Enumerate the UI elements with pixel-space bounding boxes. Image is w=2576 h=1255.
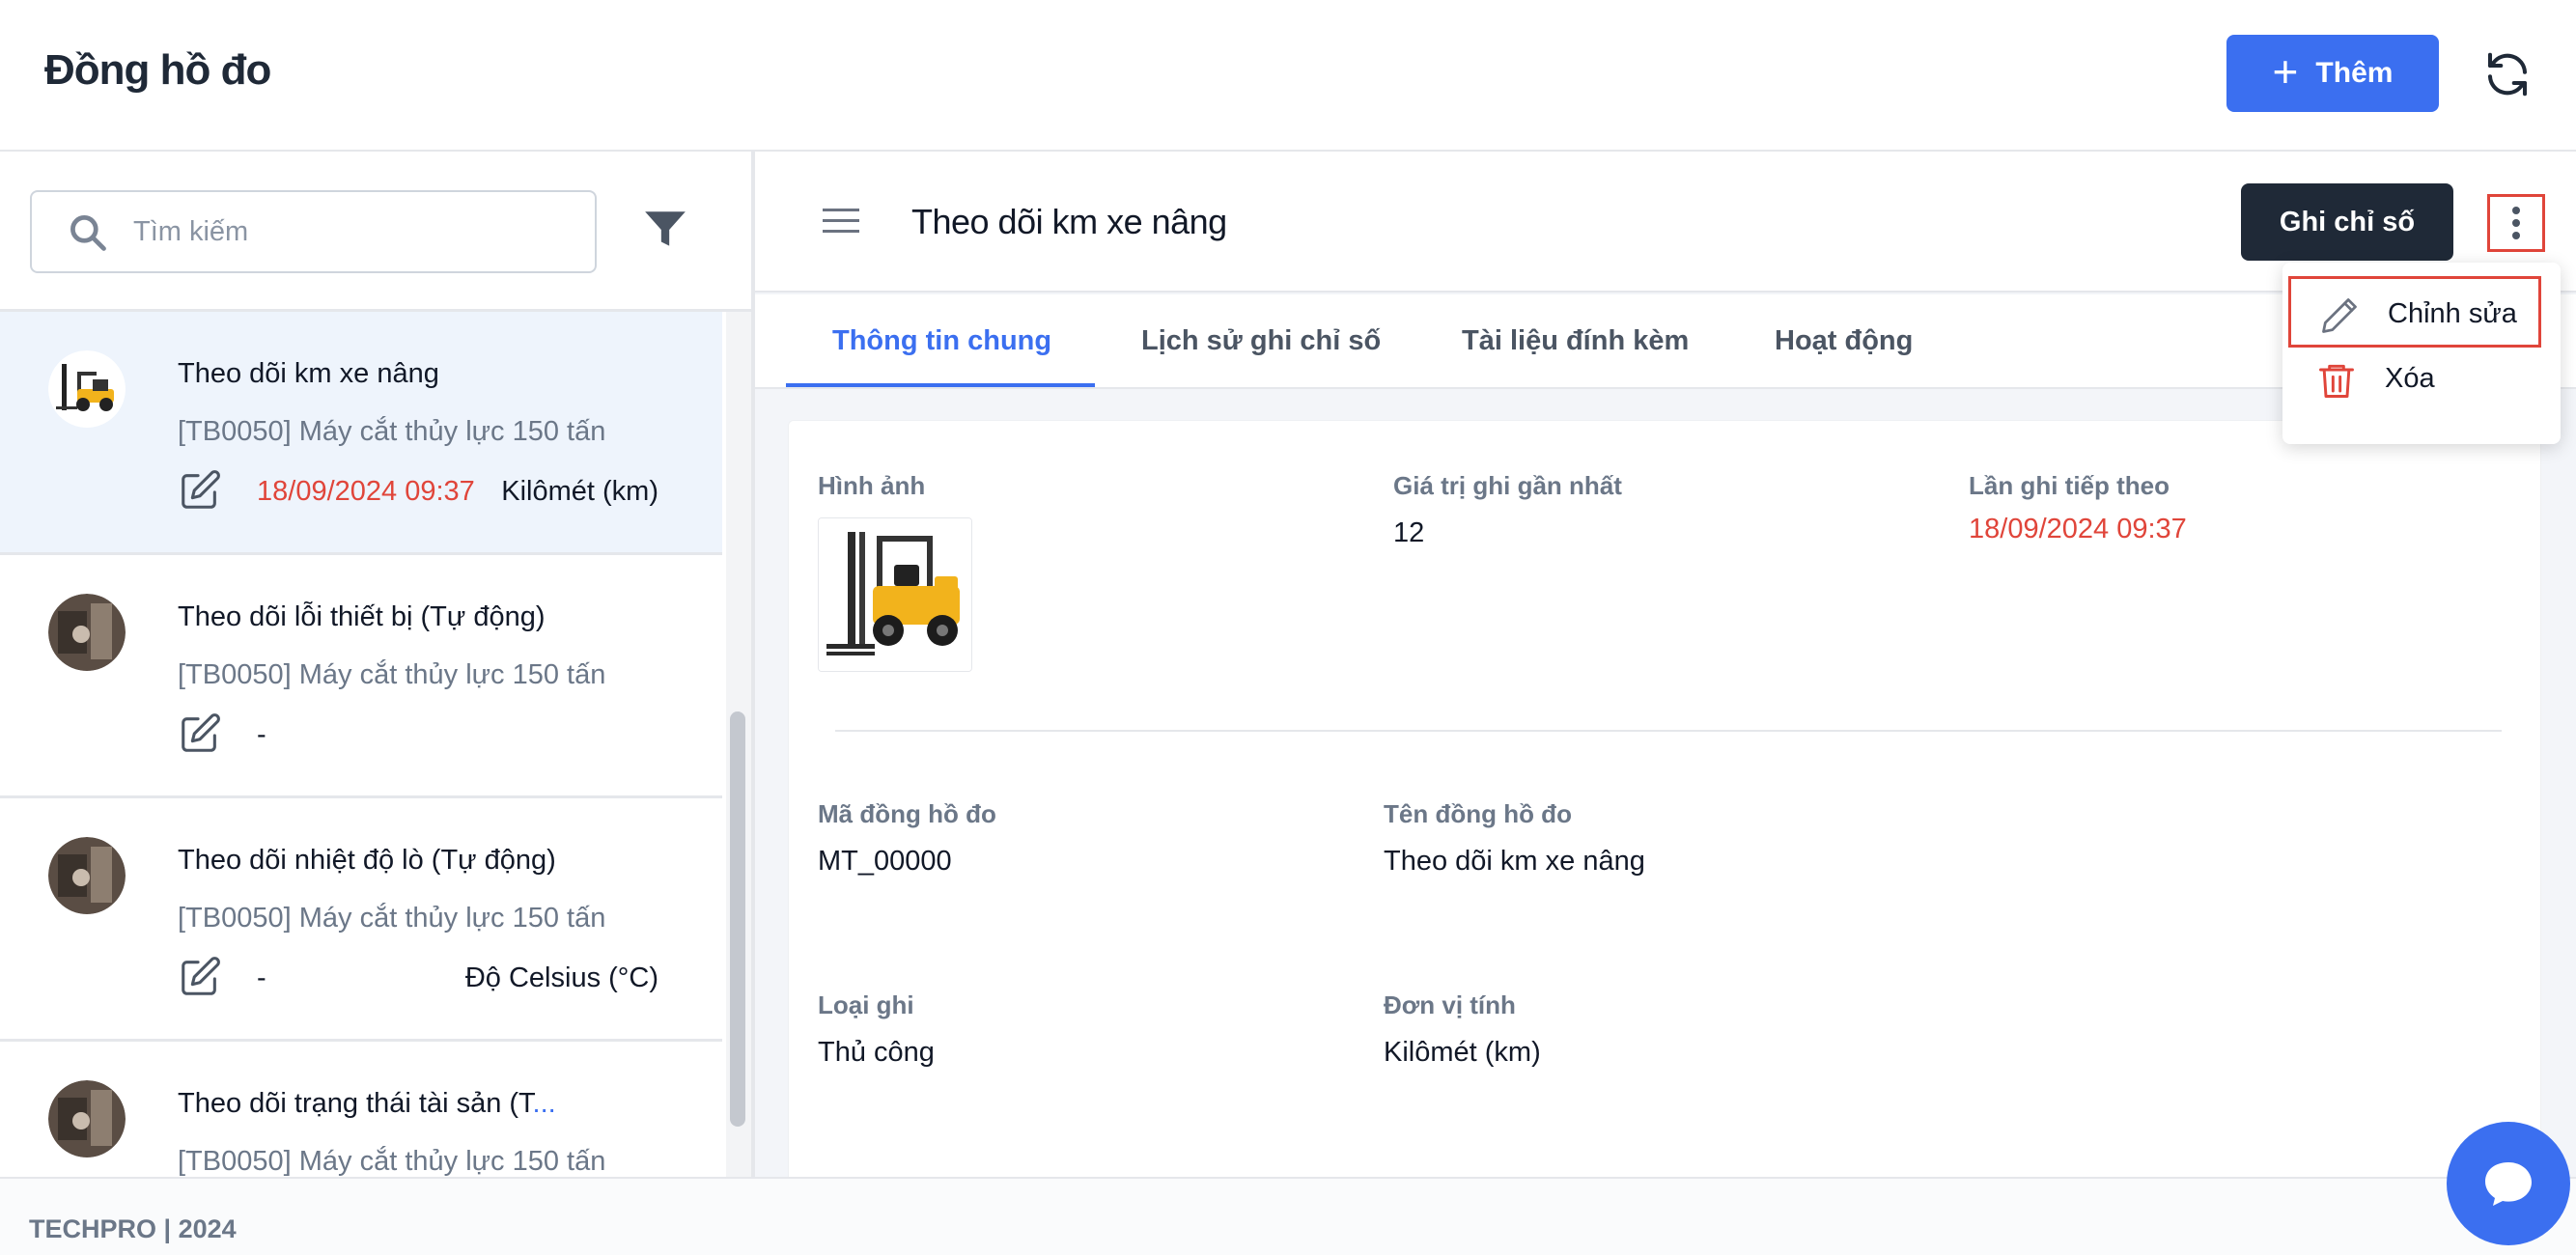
general-info-card: Hình ảnh Giá trị ghi gần nhất 12 Lần ghi… — [788, 420, 2541, 1192]
tab-attachments[interactable]: Tài liệu đính kèm — [1462, 325, 1689, 357]
next-reading-label: Lần ghi tiếp theo — [1969, 471, 2170, 500]
meter-name-value: Theo dõi km xe nâng — [1384, 846, 1645, 877]
chat-button[interactable] — [2447, 1122, 2570, 1245]
plus-icon: + — [2272, 46, 2299, 97]
machine-avatar — [48, 1080, 126, 1157]
active-tab-indicator — [786, 383, 1095, 387]
record-type-value: Thủ công — [818, 1037, 935, 1068]
more-dot — [2512, 219, 2520, 227]
tab-activity[interactable]: Hoạt động — [1775, 325, 1913, 357]
list-item-subtitle: [TB0050] Máy cắt thủy lực 150 tấn — [178, 416, 606, 447]
edit-icon[interactable] — [178, 468, 222, 513]
trash-icon — [2319, 364, 2354, 398]
more-options-dropdown: Chỉnh sửa Xóa — [2282, 263, 2561, 444]
list-item[interactable]: Theo dõi km xe nâng [TB0050] Máy cắt thủ… — [0, 312, 722, 555]
meter-code-value: MT_00000 — [818, 846, 952, 877]
record-type-label: Loại ghi — [818, 990, 914, 1019]
meter-list: Theo dõi km xe nâng [TB0050] Máy cắt thủ… — [0, 312, 722, 1177]
list-item-subtitle: [TB0050] Máy cắt thủy lực 150 tấn — [178, 659, 606, 690]
forklift-avatar — [48, 350, 126, 428]
list-item-next-date: - — [257, 719, 266, 750]
delete-menu-label: Xóa — [2385, 363, 2435, 394]
filter-icon[interactable] — [641, 206, 689, 254]
list-item-title: Theo dõi trạng thái tài sản (T... — [178, 1088, 556, 1120]
tab-reading-history[interactable]: Lịch sử ghi chỉ số — [1141, 325, 1381, 357]
list-item-title: Theo dõi nhiệt độ lò (Tự động) — [178, 845, 556, 876]
list-item-subtitle: [TB0050] Máy cắt thủy lực 150 tấn — [178, 1146, 606, 1177]
search-icon — [70, 215, 106, 251]
last-value: 12 — [1393, 517, 1425, 548]
search-input[interactable] — [133, 209, 577, 254]
more-options-button[interactable] — [2487, 194, 2545, 252]
list-item-unit: Độ Celsius (°C) — [464, 962, 658, 993]
image-label: Hình ảnh — [818, 471, 926, 500]
top-header: Đồng hồ đo + Thêm — [0, 0, 2576, 152]
next-reading-value: 18/09/2024 09:37 — [1969, 514, 2187, 544]
last-value-label: Giá trị ghi gần nhất — [1393, 471, 1622, 500]
machine-avatar — [48, 837, 126, 914]
meter-name-label: Tên đồng hồ đo — [1384, 799, 1572, 828]
tab-general-info[interactable]: Thông tin chung — [832, 325, 1051, 357]
list-item-title: Theo dõi lỗi thiết bị (Tự động) — [178, 601, 546, 632]
delete-menu-item[interactable]: Xóa — [2288, 344, 2541, 415]
list-item-next-date: 18/09/2024 09:37 — [257, 476, 475, 507]
list-item[interactable]: Theo dõi trạng thái tài sản (T... [TB005… — [0, 1042, 722, 1177]
more-dot — [2512, 232, 2520, 239]
unit-label: Đơn vị tính — [1384, 990, 1516, 1019]
edit-menu-item[interactable]: Chỉnh sửa — [2288, 276, 2541, 348]
machine-avatar — [48, 594, 126, 671]
pencil-icon — [2322, 298, 2357, 333]
list-item-unit: Kilômét (km) — [501, 476, 658, 507]
search-bar-row — [0, 152, 751, 312]
refresh-icon[interactable] — [2481, 48, 2534, 100]
meter-code-label: Mã đồng hồ đo — [818, 799, 996, 828]
hamburger-menu-icon[interactable] — [823, 206, 861, 237]
meter-list-panel: Theo dõi km xe nâng [TB0050] Máy cắt thủ… — [0, 152, 755, 1177]
page-title: Đồng hồ đo — [44, 46, 271, 94]
detail-title: Theo dõi km xe nâng — [911, 202, 1227, 241]
list-item[interactable]: Theo dõi nhiệt độ lò (Tự động) [TB0050] … — [0, 798, 722, 1042]
list-item-title-text: Theo dõi trạng thái tài sản (T — [178, 1088, 533, 1119]
chat-bubble-icon — [2485, 1162, 2532, 1206]
add-button[interactable]: + Thêm — [2226, 35, 2439, 112]
section-divider — [835, 730, 2502, 732]
footer — [0, 1177, 2576, 1255]
footer-text: TECHPRO | 2024 — [29, 1214, 237, 1243]
edit-icon[interactable] — [178, 955, 222, 999]
add-button-label: Thêm — [2315, 57, 2394, 89]
more-dot — [2512, 207, 2520, 214]
unit-value: Kilômét (km) — [1384, 1037, 1541, 1068]
list-item-subtitle: [TB0050] Máy cắt thủy lực 150 tấn — [178, 903, 606, 934]
list-scrollbar-thumb[interactable] — [730, 711, 745, 1127]
title-ellipsis: ... — [532, 1088, 556, 1119]
list-item-title: Theo dõi km xe nâng — [178, 358, 439, 389]
list-item[interactable]: Theo dõi lỗi thiết bị (Tự động) [TB0050]… — [0, 555, 722, 798]
record-reading-button[interactable]: Ghi chỉ số — [2241, 183, 2453, 261]
meter-image — [818, 517, 972, 672]
edit-menu-label: Chỉnh sửa — [2388, 298, 2517, 329]
list-item-next-date: - — [257, 962, 266, 993]
search-box[interactable] — [30, 190, 597, 273]
edit-icon[interactable] — [178, 711, 222, 756]
